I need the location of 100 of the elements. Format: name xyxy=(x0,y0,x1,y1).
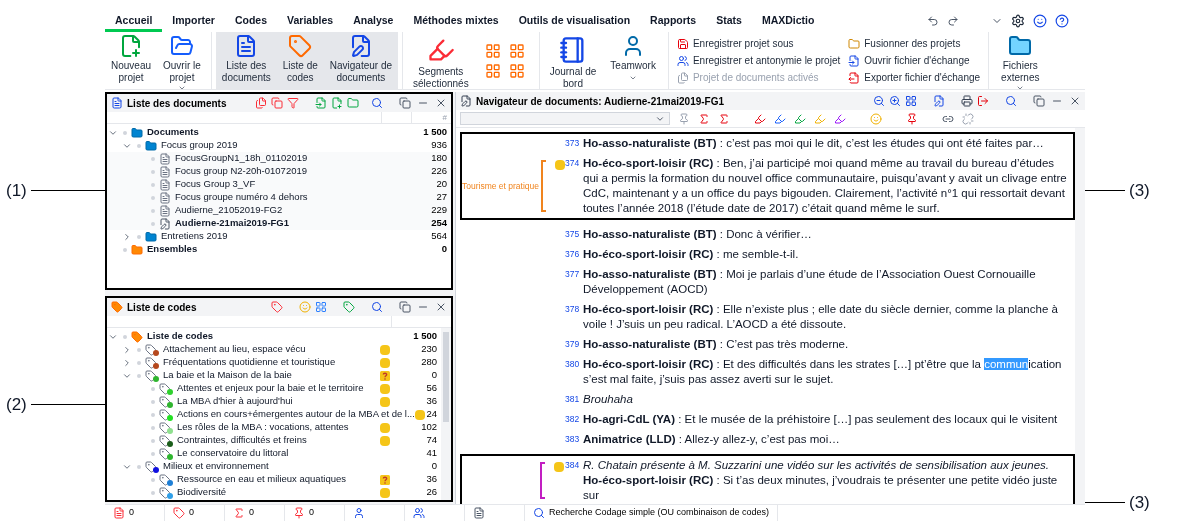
status-count: 0 xyxy=(249,506,254,520)
count-label: 0 xyxy=(430,459,438,474)
project-button[interactable]: Nouveau projet xyxy=(105,32,158,89)
transcript-paragraph: Ho-éco-sport-loisir (RC) : Et des difficultés dans les strates […] pt’être que la communication s’est mal faite, j’suis pas assez averti sur le sujet. xyxy=(583,357,1063,387)
count-label: 20 xyxy=(436,177,448,192)
tree-item[interactable]: Ensembles xyxy=(147,242,198,257)
count-label: 24 xyxy=(425,407,438,422)
ribbon-tab[interactable]: Variables xyxy=(277,12,344,32)
tree-item[interactable]: Focus groupe numéro 4 dehors xyxy=(175,190,308,205)
paragraph-number: 375 xyxy=(565,228,581,241)
ribbon-tab[interactable]: Outils de visualisation xyxy=(508,12,641,32)
tree-item[interactable]: Les rôles de la MBA : vocations, attentes xyxy=(177,420,349,435)
teamwork-button[interactable]: Teamwork xyxy=(602,32,664,89)
count-label: 564 xyxy=(431,229,448,244)
tree-item[interactable]: La baie et la Maison de la baie xyxy=(163,368,292,383)
tree-item[interactable]: FocusGroupN1_18h_01102019 xyxy=(175,151,308,166)
tree-item[interactable]: Audierne-21mai2019-FG1 xyxy=(175,216,290,231)
count-label: 102 xyxy=(420,420,438,435)
paragraph-number: 382 xyxy=(565,413,581,426)
tree-item[interactable]: Audierne_21052019-FG2 xyxy=(175,203,283,218)
paragraph-number: 383 xyxy=(565,433,581,446)
count-label: 74 xyxy=(425,433,438,448)
segments-button[interactable]: Segments sélectionnés xyxy=(407,32,475,89)
transcript-paragraph: Ho-éco-sport-loisir (RC) : Elle n’existe plus ; elle date du siècle dernier, comme la planche à voile ! J’suis un peu radical. L’AOCD a été dissoute. xyxy=(583,302,1059,332)
tree-item[interactable]: Le conservatoire du littoral xyxy=(177,446,289,461)
count-label: 280 xyxy=(420,355,438,370)
tree-item[interactable]: Attentes et enjeux pour la baie et le territoire xyxy=(177,381,364,396)
panel-title: Navigateur de documents: Audierne-21mai2019-FG1 xyxy=(476,94,725,109)
transcript-paragraph: Ho-éco-sport-loisir (RC) : Ben, j’ai participé moi quand même au travail du bureau d’études qui a permis la formation du nouvel office communautaire, puisqu’avant y avait un clivage entre CdC, maintenant y a un office du pays bigouden. Clairement, l’activité n°1 qui ressortait devant toutes l’année 2018 (l’étude date de 2017) c’était quand même le surf. xyxy=(583,156,1068,216)
tree-item[interactable]: Milieux et environnement xyxy=(163,459,269,474)
tree-item[interactable]: Focus Group 3_VF xyxy=(175,177,256,192)
status-count: 0 xyxy=(189,506,194,520)
ribbon-tab[interactable]: Rapports xyxy=(640,12,707,32)
tree-item[interactable]: Biodiversité xyxy=(177,485,227,500)
ribbon-tab[interactable]: Importer xyxy=(162,12,225,32)
status-text: Recherche Codage simple (OU combinaison de codes) xyxy=(549,506,770,520)
tree-item[interactable]: Documents xyxy=(147,125,199,140)
paragraph-number: 373 xyxy=(565,137,581,150)
tree-item[interactable]: Contraintes, difficultés et freins xyxy=(177,433,307,448)
ribbon-tab[interactable]: Analyse xyxy=(343,12,404,32)
transcript-paragraph: Ho-asso-naturaliste (BT) : Donc à vérifier… xyxy=(583,227,813,242)
ribbon-action[interactable]: Ouvrir fichier d'échange xyxy=(848,53,981,68)
callout-label: (3) xyxy=(1129,491,1150,514)
panel-title: Liste des documents xyxy=(127,96,227,111)
paragraph-number: 374 xyxy=(565,157,581,170)
paragraph-number: 384 xyxy=(565,459,581,472)
paragraph-number: 379 xyxy=(565,338,581,351)
paragraph-number: 378 xyxy=(565,303,581,316)
ribbon-tab[interactable]: Stats xyxy=(706,12,752,32)
external-files-button[interactable]: Fichiers externes xyxy=(993,32,1048,89)
tree-item[interactable]: Entretiens 2019 xyxy=(161,229,228,244)
callout-label: (1) xyxy=(6,180,27,202)
paragraph-number: 376 xyxy=(565,248,581,261)
transcript-paragraph: Ho-asso-naturaliste (BT) : Moi je parlais d’une étude de l’Association Ouest Cornouaille Développement (AOCD) xyxy=(583,267,1037,297)
count-label: 936 xyxy=(431,138,448,153)
tree-item[interactable]: Focus group 2019 xyxy=(161,138,238,153)
ribbon-tab[interactable]: Codes xyxy=(224,12,278,32)
count-label: 0 xyxy=(430,368,438,383)
project-button[interactable]: Ouvrir le projet xyxy=(157,32,207,89)
transcript-paragraph: Ho-éco-sport-loisir (RC) : me semble-t-il. xyxy=(583,247,800,262)
ribbon-action[interactable]: Exporter fichier d'échange xyxy=(848,70,981,85)
transcript-paragraph: Brouhaha xyxy=(583,392,634,407)
ribbon-tab[interactable]: MAXDictio xyxy=(751,12,825,32)
ribbon-action[interactable]: Enregistrer et antonymie le projet xyxy=(676,53,841,68)
tree-item[interactable]: Attachement au lieu, espace vécu xyxy=(163,342,306,357)
journal-button[interactable]: Journal de bord xyxy=(543,32,603,89)
tree-item[interactable]: Focus group N2-20h-01072019 xyxy=(175,164,308,179)
tree-item[interactable]: Actions en cours+émergentes autour de la MBA et de l... xyxy=(177,407,415,422)
panel-toggle-button[interactable]: Navigateur de documents xyxy=(323,32,399,89)
transcript-paragraph: R. Chatain présente à M. Suzzarini une vidéo sur les activités de sensibilisation aux jeunes. Ho-éco-sport-loisir (RC) : Si t’as deux minutes, j’voudrais te présenter une petite vidéo juste sur xyxy=(583,458,1059,503)
panel-toggle-button[interactable]: Liste des documents xyxy=(215,32,277,89)
status-count: 0 xyxy=(129,506,134,520)
count-label: 226 xyxy=(431,164,448,179)
count-label: 27 xyxy=(436,190,448,205)
ribbon-action[interactable]: Enregistrer projet sous xyxy=(676,36,841,51)
panel-title: Liste de codes xyxy=(127,300,197,315)
paragraph-number: 381 xyxy=(565,393,581,406)
count-label: 36 xyxy=(425,394,438,409)
callout-label: (2) xyxy=(6,393,27,416)
count-label: 180 xyxy=(431,151,448,166)
count-label: 229 xyxy=(431,203,448,218)
count-label: 1 500 xyxy=(423,125,448,140)
tree-item[interactable]: Liste de codes xyxy=(147,329,213,344)
transcript-paragraph: Ho-asso-naturaliste (BT) : c’est pas moi qui le dit, c’est les études qui ont été faites par… xyxy=(583,136,1045,151)
count-label: 254 xyxy=(431,216,448,231)
count-label: 1 500 xyxy=(412,329,438,344)
count-label: 36 xyxy=(425,472,438,487)
transcript-paragraph: Ho-agri-CdL (YA) : Et le musée de la préhistoire […] pas seulement des locaux qui le visitent xyxy=(583,412,1059,427)
transcript-paragraph: Animatrice (LLD) : Allez-y allez-y, c’est pas moi… xyxy=(583,432,841,447)
ribbon-action[interactable]: Fusionner des projets xyxy=(848,36,981,51)
paragraph-number: 380 xyxy=(565,358,581,371)
count-label: 230 xyxy=(420,342,438,357)
tree-item[interactable]: La MBA d'hier à aujourd'hui xyxy=(177,394,293,409)
status-count: 0 xyxy=(309,506,314,520)
count-label: 56 xyxy=(425,381,438,396)
panel-toggle-button[interactable]: Liste de codes xyxy=(276,32,324,89)
ribbon-tab[interactable]: Méthodes mixtes xyxy=(403,12,509,32)
count-label: 41 xyxy=(425,446,438,461)
tree-item[interactable]: Fréquentations quotidienne et touristique xyxy=(163,355,336,370)
tree-item[interactable]: Ressource en eau et milieux aquatiques xyxy=(177,472,346,487)
